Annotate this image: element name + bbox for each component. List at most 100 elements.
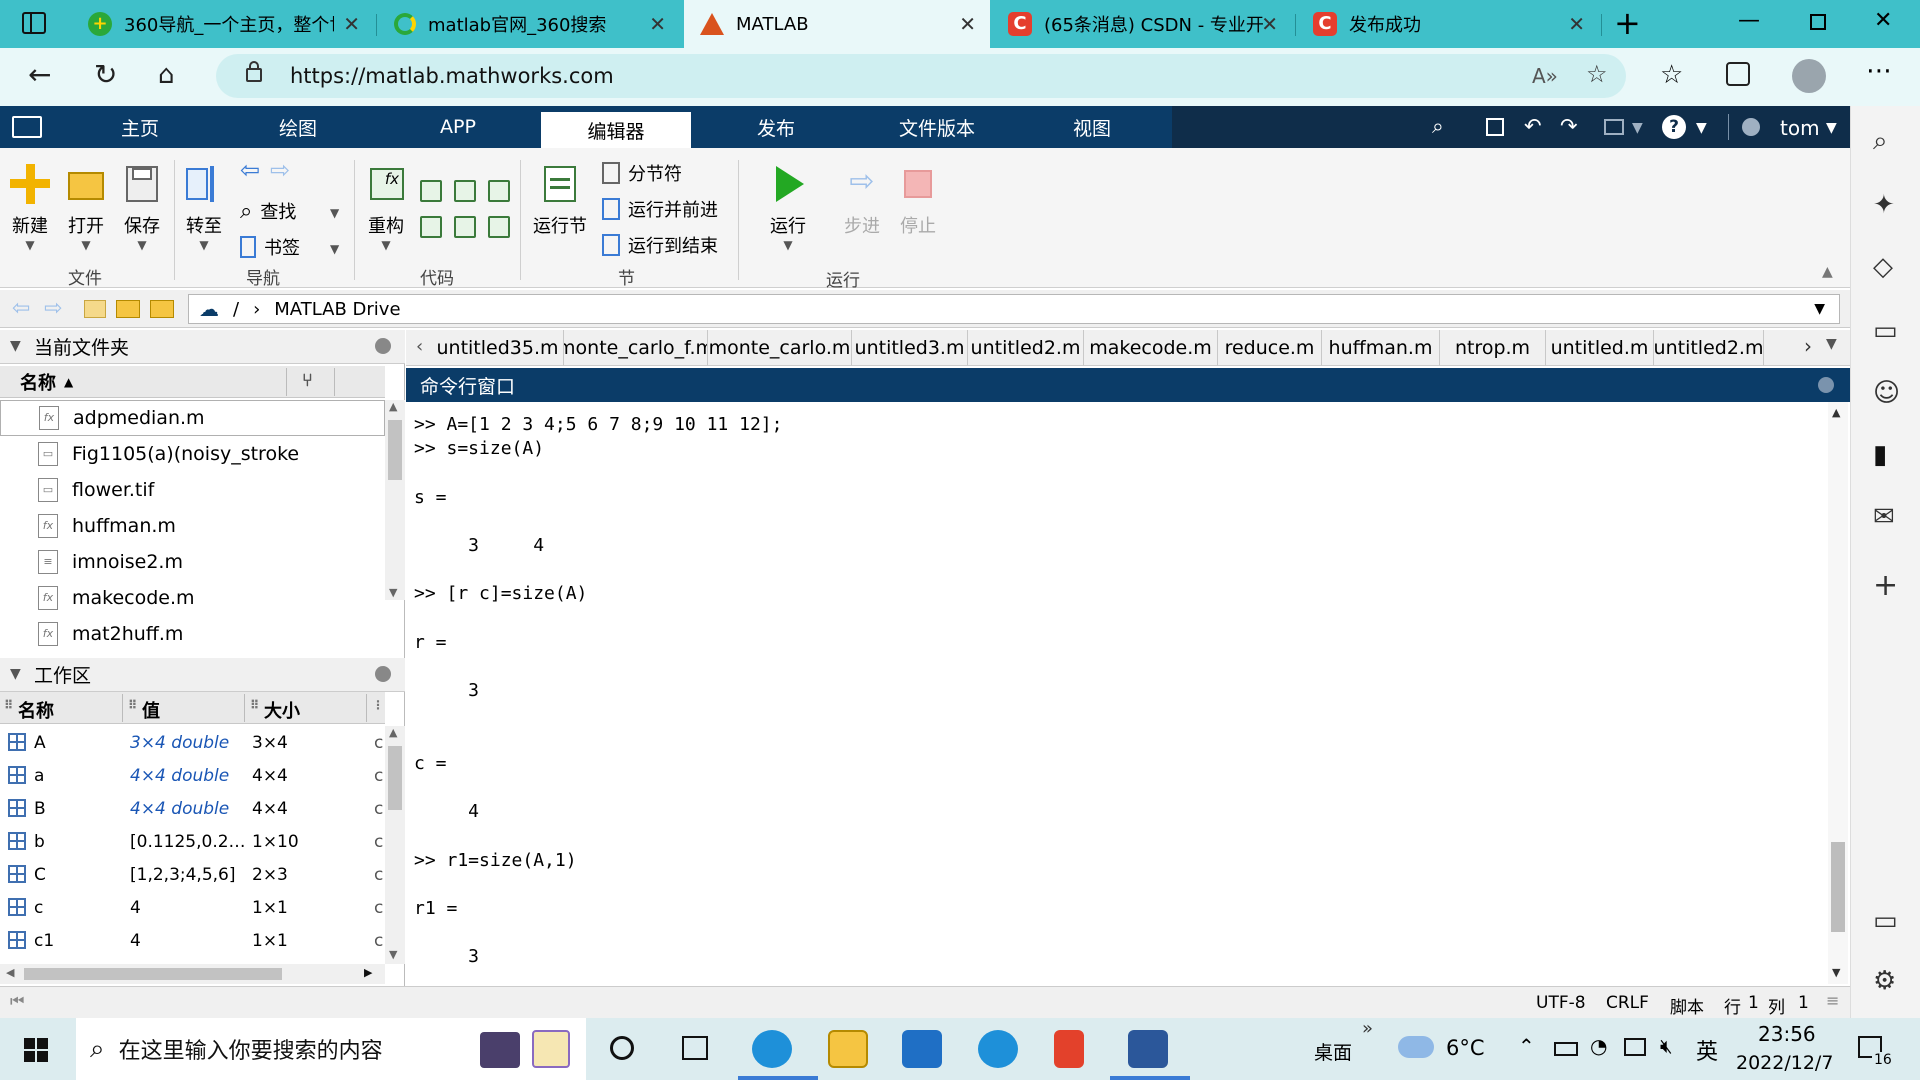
tabs-scroll-left-icon[interactable]: ‹ <box>416 336 423 357</box>
close-tab-icon[interactable]: ✕ <box>343 12 360 36</box>
layout-dropdown-icon[interactable]: ▼ <box>1632 120 1643 136</box>
jump-start-icon[interactable]: ⏮ <box>10 991 24 1011</box>
workspace-hscrollbar[interactable]: ◀ ▶ <box>0 964 385 984</box>
find-dropdown-icon[interactable]: ▼ <box>330 206 339 220</box>
sidebar-office-icon[interactable]: ▮ <box>1873 440 1887 470</box>
sidebar-search-icon[interactable]: ⌕ <box>1873 126 1888 157</box>
workspace-column-header[interactable]: ⠿ 名称 ⠿ 值 ⠿ 大小 ⋮ <box>0 692 385 724</box>
bookmark-dropdown-icon[interactable]: ▼ <box>330 242 339 256</box>
folder-scrollbar[interactable]: ▲ ▼ <box>385 400 405 600</box>
sidebar-sparkle-icon[interactable]: ✦ <box>1873 190 1895 220</box>
redo-icon[interactable]: ↷ <box>1560 114 1578 138</box>
editor-tab[interactable]: huffman.m <box>1322 330 1440 366</box>
ws-name-column-header[interactable]: 名称 <box>18 697 54 723</box>
command-scroll-thumb[interactable] <box>1831 842 1845 932</box>
workspace-hscroll-thumb[interactable] <box>24 968 282 980</box>
editor-tab[interactable]: untitled.m <box>1546 330 1654 366</box>
browser-tab-matlab[interactable]: MATLAB ✕ <box>684 0 990 48</box>
workspace-scrollbar[interactable]: ▲ ▼ <box>385 726 405 964</box>
status-menu-icon[interactable]: ≡ <box>1826 991 1839 1010</box>
user-dropdown-icon[interactable]: ▼ <box>1826 120 1837 136</box>
comment-icon[interactable] <box>420 180 442 202</box>
path-forward-icon[interactable]: ⇨ <box>44 296 62 321</box>
close-window-icon[interactable]: ✕ <box>1874 8 1892 33</box>
scroll-right-icon[interactable]: ▶ <box>364 966 372 979</box>
task-view-icon[interactable] <box>682 1036 708 1060</box>
more-options-icon[interactable]: ⋯ <box>1866 56 1892 86</box>
help-dropdown-icon[interactable]: ▼ <box>1696 120 1707 136</box>
input-method[interactable]: 英 <box>1696 1034 1718 1066</box>
panel-options-icon[interactable] <box>375 338 391 354</box>
sidebar-toolbox-icon[interactable]: ▭ <box>1873 316 1898 346</box>
tab-view[interactable]: 视图 <box>1032 106 1152 148</box>
ws-size-column-header[interactable]: 大小 <box>264 697 300 723</box>
list-item[interactable]: fx makecode.m <box>0 580 385 616</box>
scroll-up-icon[interactable]: ▲ <box>389 726 397 739</box>
edge-app-icon[interactable] <box>752 1030 792 1068</box>
user-name[interactable]: tom <box>1780 116 1820 140</box>
taskbar-search-box[interactable]: ⌕ 在这里输入你要搜索的内容 <box>76 1018 586 1080</box>
table-row[interactable]: c1 4 1×1 c <box>0 924 385 957</box>
run-section-button[interactable]: 运行节 <box>530 164 590 238</box>
ws-value-column-header[interactable]: 值 <box>142 697 160 723</box>
save-icon[interactable] <box>1486 118 1504 136</box>
favorite-add-icon[interactable]: ☆ <box>1586 60 1608 88</box>
sidebar-tag-icon[interactable]: ◇ <box>1873 252 1893 282</box>
command-window-header[interactable]: 命令行窗口 <box>406 368 1850 402</box>
office-app-icon[interactable] <box>1054 1030 1084 1068</box>
folder-scroll-thumb[interactable] <box>388 420 402 480</box>
smart-indent-icon[interactable] <box>420 216 442 238</box>
new-tab-button[interactable]: + <box>1614 4 1641 42</box>
table-row[interactable]: C [1,2,3;4,5,6] 2×3 c <box>0 858 385 891</box>
path-field[interactable]: ☁ / › MATLAB Drive ▼ <box>188 294 1840 324</box>
path-dropdown-icon[interactable]: ▼ <box>1814 301 1825 317</box>
tab-file-versions[interactable]: 文件版本 <box>872 106 1002 148</box>
tabs-scroll-right-icon[interactable]: › <box>1804 334 1812 358</box>
tab-apps[interactable]: APP <box>398 106 518 148</box>
run-advance-button[interactable]: 运行并前进 <box>602 196 718 222</box>
list-item[interactable]: fx adpmedian.m <box>0 400 385 436</box>
tab-home[interactable]: 主页 <box>80 106 200 148</box>
increase-indent-icon[interactable] <box>488 216 510 238</box>
decrease-indent-icon[interactable] <box>454 216 476 238</box>
nav-back-icon[interactable]: ⇦ <box>240 156 260 184</box>
scroll-down-icon[interactable]: ▼ <box>389 586 397 599</box>
command-window-scrollbar[interactable]: ▲ ▼ <box>1828 402 1848 984</box>
favorites-icon[interactable]: ☆ <box>1660 60 1683 90</box>
back-icon[interactable]: ← <box>28 60 51 90</box>
read-aloud-icon[interactable]: A» <box>1532 64 1558 88</box>
save-button[interactable]: 保存 ▼ <box>122 164 162 252</box>
editor-tab[interactable]: makecode.m <box>1084 330 1218 366</box>
collapse-ribbon-icon[interactable]: ▲ <box>1822 264 1833 280</box>
table-row[interactable]: a 4×4 double 4×4 c <box>0 759 385 792</box>
desktop-label[interactable]: 桌面 <box>1314 1038 1352 1065</box>
wifi-icon[interactable]: ◔ <box>1590 1034 1607 1058</box>
sidebar-settings-icon[interactable]: ⚙ <box>1873 966 1896 996</box>
name-column-header[interactable]: 名称 <box>20 369 56 395</box>
editor-tab[interactable]: ntrop.m <box>1440 330 1546 366</box>
notes-icon[interactable] <box>532 1030 570 1068</box>
table-row[interactable]: c 4 1×1 c <box>0 891 385 924</box>
path-root[interactable]: / <box>233 299 239 320</box>
tab-plots[interactable]: 绘图 <box>238 106 358 148</box>
current-folder-column-header[interactable]: 名称 ▲ ⑂ <box>0 366 385 398</box>
collapse-panel-icon[interactable]: ▼ <box>10 666 21 682</box>
panel-options-icon[interactable] <box>375 666 391 682</box>
path-back-icon[interactable]: ⇦ <box>12 296 30 321</box>
browser-tab-360-search[interactable]: matlab官网_360搜索 ✕ <box>378 0 680 48</box>
wrap-comment-icon[interactable] <box>488 180 510 202</box>
clock-date[interactable]: 2022/12/7 <box>1736 1052 1833 1074</box>
path-folder[interactable]: MATLAB Drive <box>274 299 400 320</box>
new-button[interactable]: 新建 ▼ <box>10 164 50 252</box>
weather-icon[interactable] <box>1398 1036 1434 1058</box>
connect-app-icon[interactable] <box>978 1030 1018 1068</box>
search-folder-icon[interactable] <box>150 300 174 318</box>
scroll-up-icon[interactable]: ▲ <box>1832 406 1840 419</box>
refactor-button[interactable]: fx 重构 ▼ <box>364 164 408 252</box>
open-button[interactable]: 打开 ▼ <box>66 164 106 252</box>
url-field[interactable]: https://matlab.mathworks.com A» ☆ <box>216 54 1626 98</box>
layout-icon[interactable] <box>1604 119 1624 135</box>
command-window-options-icon[interactable] <box>1818 377 1834 393</box>
section-break-button[interactable]: 分节符 <box>602 160 682 186</box>
tab-publish[interactable]: 发布 <box>716 106 836 148</box>
